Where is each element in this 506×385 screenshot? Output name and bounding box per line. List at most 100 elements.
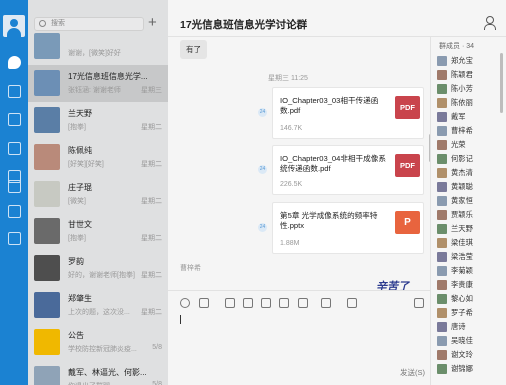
organization-icon[interactable] <box>8 85 21 98</box>
conversation-time: 5/8 <box>152 344 162 351</box>
calendar-icon[interactable] <box>8 113 21 126</box>
conversation-time: 星期二 <box>141 198 162 205</box>
conversation-time: 星期二 <box>141 309 162 316</box>
member-item[interactable]: 罗子希 <box>437 307 506 320</box>
avatar <box>34 292 60 318</box>
member-item[interactable]: 何影记 <box>437 153 506 166</box>
member-item[interactable]: 郑允宝 <box>437 55 506 68</box>
conversation-item[interactable]: 戴军、林逼光、何影... 你退出了群聊 5/8 <box>28 361 168 385</box>
conversation-item[interactable]: 兰天野 [抱拳] 星期二 <box>28 102 168 139</box>
member-name: 郑允宝 <box>451 56 473 65</box>
file-card[interactable]: 第5章 光学成像系统的频率特性.pptx 1.88M P <box>272 202 424 254</box>
conversation-item[interactable]: 甘世文 [抱拳] 星期二 <box>28 213 168 250</box>
scissors-icon[interactable] <box>199 298 209 308</box>
conversation-item[interactable]: 庄子琨 [微笑] 星期二 <box>28 176 168 213</box>
member-name: 何影记 <box>451 154 473 163</box>
conversation-preview: 上次的题，这次没... <box>68 309 130 316</box>
library-icon[interactable] <box>8 142 21 155</box>
emoji-icon[interactable] <box>180 298 190 308</box>
member-item[interactable]: 曹梓希 <box>437 125 506 138</box>
conversation-item[interactable]: 陈佩纯 [好笑][好笑] 星期二 <box>28 139 168 176</box>
member-avatar <box>437 350 447 360</box>
folder-icon[interactable] <box>261 298 271 308</box>
member-item[interactable]: 光荣 <box>437 139 506 152</box>
word-icon[interactable] <box>8 180 21 193</box>
member-item[interactable]: 黎心如 <box>437 293 506 306</box>
member-avatar <box>437 266 447 276</box>
member-avatar <box>437 112 447 122</box>
conversation-item[interactable]: 公告 学校防控新冠肺炎疫... 5/8 <box>28 324 168 361</box>
conversation-item[interactable]: 郑肇生 上次的题，这次没... 星期二 <box>28 287 168 324</box>
member-item[interactable]: 唐诗 <box>437 321 506 334</box>
member-item[interactable]: 黄家恒 <box>437 195 506 208</box>
conversation-name: 兰天野 <box>68 109 92 118</box>
sender-name: 曹梓希 <box>180 265 201 272</box>
conversation-preview: 学校防控新冠肺炎疫... <box>68 346 137 353</box>
avatar <box>34 218 60 244</box>
chat-icon[interactable] <box>8 56 21 69</box>
conversation-name: 戴军、林逼光、何影... <box>68 368 147 377</box>
conversation-name: 甘世文 <box>68 220 92 229</box>
conversation-item[interactable]: 17光信息班信息光学... 张钰涵: 谢谢老师 星期三 <box>28 65 168 102</box>
conversation-preview: 好的，谢谢老师[抱拳] <box>68 272 135 279</box>
share-icon[interactable] <box>298 298 308 308</box>
avatar <box>34 107 60 133</box>
add-member-icon[interactable] <box>484 16 496 30</box>
member-item[interactable]: 陈颖君 <box>437 69 506 82</box>
member-item[interactable]: 戴军 <box>437 111 506 124</box>
apps-icon[interactable] <box>321 298 331 308</box>
member-item[interactable]: 黄杰清 <box>437 167 506 180</box>
file-size: 146.7K <box>280 125 303 132</box>
member-name: 李贵康 <box>451 280 473 289</box>
member-item[interactable]: 李菊颖 <box>437 265 506 278</box>
member-item[interactable]: 谢锦娜 <box>437 363 506 376</box>
member-avatar <box>437 308 447 318</box>
conversation-list: 搜索 + 谢谢，[微笑]好好 17光信息班信息光学... 张钰涵: 谢谢老师 星期三兰… <box>28 0 168 385</box>
word-doc-icon[interactable] <box>243 298 253 308</box>
member-item[interactable]: 李贵康 <box>437 279 506 292</box>
member-item[interactable]: 兰天野 <box>437 223 506 236</box>
member-item[interactable]: 陈小芳 <box>437 83 506 96</box>
conversation-time: 星期二 <box>141 272 162 279</box>
conversation-item[interactable]: 谢谢，[微笑]好好 <box>28 28 168 65</box>
screen-icon[interactable] <box>414 298 424 308</box>
record-icon[interactable] <box>279 298 289 308</box>
member-avatar <box>437 196 447 206</box>
cloud-icon[interactable] <box>8 232 21 245</box>
file-card[interactable]: IO_Chapter03_04非相干成像系统传递函数.pdf 226.5K PDF <box>272 145 424 195</box>
member-name: 陈颖君 <box>451 70 473 79</box>
message-composer[interactable]: 发送(S) <box>168 290 430 385</box>
member-avatar <box>437 84 447 94</box>
image-icon[interactable] <box>225 298 235 308</box>
member-item[interactable]: 吴晓佳 <box>437 335 506 348</box>
avatar <box>34 255 60 281</box>
member-avatar <box>437 98 447 108</box>
member-avatar <box>437 224 447 234</box>
member-item[interactable]: 贾颖乐 <box>437 209 506 222</box>
member-name: 贾颖乐 <box>451 210 473 219</box>
member-name: 黄家恒 <box>451 196 473 205</box>
conversation-name: 17光信息班信息光学... <box>68 72 148 81</box>
more-icon[interactable] <box>347 298 357 308</box>
user-avatar[interactable] <box>3 15 25 37</box>
member-avatar <box>437 252 447 262</box>
member-item[interactable]: 梁佳琪 <box>437 237 506 250</box>
member-name: 谢锦娜 <box>451 364 473 373</box>
conversation-time: 星期二 <box>141 235 162 242</box>
member-item[interactable]: 谢文玲 <box>437 349 506 362</box>
conversation-time: 星期二 <box>141 161 162 168</box>
conversation-item[interactable]: 罗韵 好的，谢谢老师[抱拳] 星期二 <box>28 250 168 287</box>
file-card[interactable]: IO_Chapter03_03相干传递函数.pdf 146.7K PDF <box>272 87 424 139</box>
avatar <box>34 70 60 96</box>
member-name: 黄颖聪 <box>451 182 473 191</box>
member-avatar <box>437 280 447 290</box>
hexagon-app-icon[interactable] <box>8 205 21 218</box>
ppt-file-icon: P <box>395 211 420 234</box>
send-button[interactable]: 发送(S) <box>400 367 425 378</box>
member-avatar <box>437 336 447 346</box>
member-item[interactable]: 梁浩莹 <box>437 251 506 264</box>
member-item[interactable]: 黄颖聪 <box>437 181 506 194</box>
conversation-preview: 张钰涵: 谢谢老师 <box>68 87 121 94</box>
conversation-time: 星期二 <box>141 124 162 131</box>
member-item[interactable]: 陈依丽 <box>437 97 506 110</box>
